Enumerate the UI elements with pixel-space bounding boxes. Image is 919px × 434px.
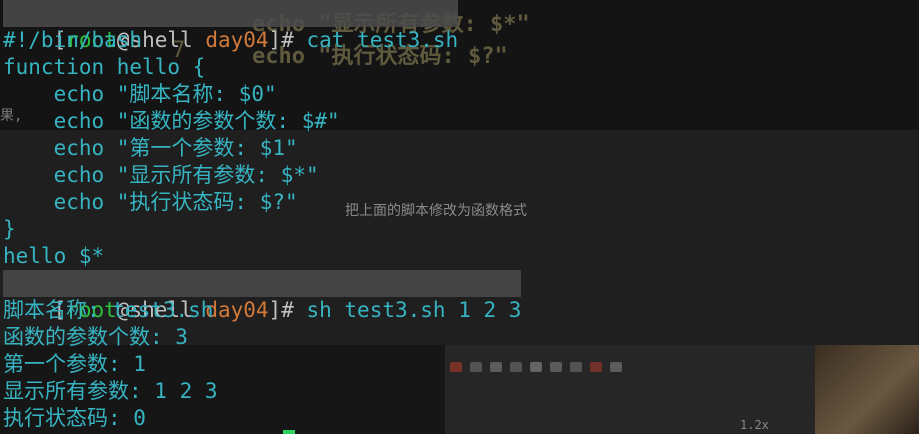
script-line: echo "第一个参数: $1" [3, 136, 298, 160]
prompt-line-2: [root@shell day04]# sh test3.sh 1 2 3 [3, 270, 522, 322]
prompt-close: ]# [268, 28, 307, 52]
script-line: } [3, 217, 16, 241]
script-line: echo "显示所有参数: $*" [3, 163, 319, 187]
output-line: 函数的参数个数: 3 [3, 325, 188, 349]
output-line: 脚本名称: test3.sh [3, 298, 214, 322]
script-line: echo "函数的参数个数: $#" [3, 109, 340, 133]
command-cat: cat test3.sh [306, 28, 459, 52]
terminal-cursor [283, 430, 295, 434]
output-line: 第一个参数: 1 [3, 352, 146, 376]
terminal-window[interactable]: [root@shell day04]# cat test3.sh #!/bin/… [0, 0, 919, 434]
output-line: 执行状态码: 0 [3, 406, 146, 430]
script-line: echo "脚本名称: $0" [3, 82, 277, 106]
prompt-dir: day04 [205, 28, 269, 52]
prompt-dir: day04 [205, 298, 269, 322]
output-line: 显示所有参数: 1 2 3 [3, 379, 218, 403]
prompt-line-1: [root@shell day04]# cat test3.sh [3, 0, 459, 52]
script-line: #!/bin/bash [3, 28, 143, 52]
prompt-close: ]# [268, 298, 307, 322]
command-sh: sh test3.sh 1 2 3 [306, 298, 522, 322]
script-line: hello $* [3, 244, 105, 268]
script-line: echo "执行状态码: $?" [3, 190, 298, 214]
script-line: function hello { [3, 55, 206, 79]
